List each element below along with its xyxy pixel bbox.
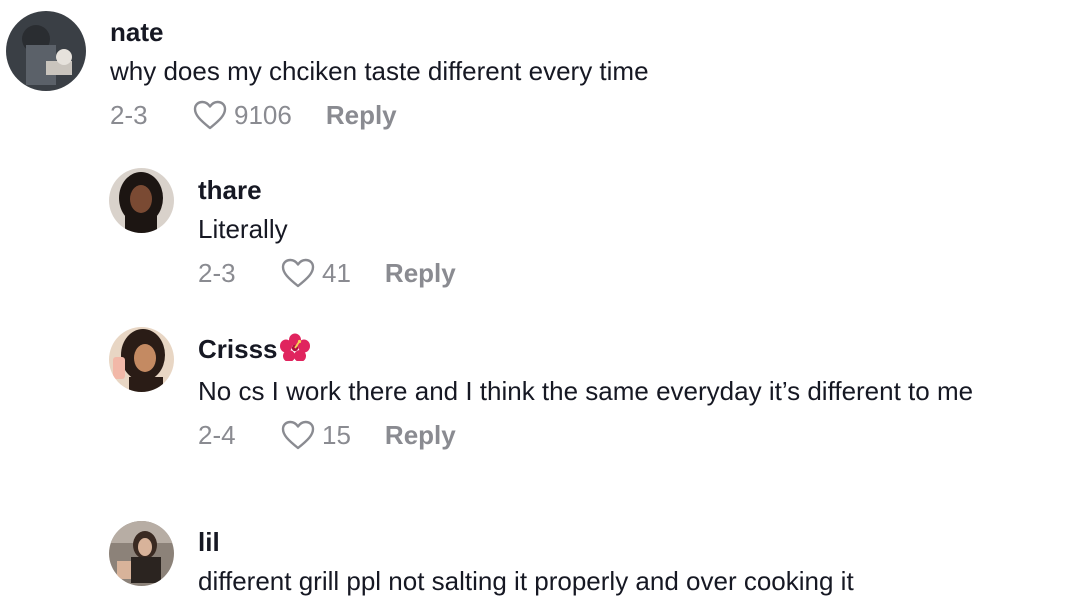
comment-date: 2-3 bbox=[110, 99, 148, 130]
like-button[interactable]: 9106 bbox=[192, 99, 292, 131]
avatar[interactable] bbox=[109, 521, 174, 586]
heart-icon bbox=[193, 100, 227, 130]
heart-icon bbox=[281, 258, 315, 288]
username[interactable]: nate bbox=[110, 17, 1050, 47]
comment-thread: nate why does my chciken taste different… bbox=[0, 0, 1068, 610]
heart-icon bbox=[281, 420, 315, 450]
avatar[interactable] bbox=[109, 168, 174, 233]
hibiscus-flower-icon bbox=[279, 333, 310, 367]
username-text: Crisss bbox=[198, 334, 278, 364]
comment-text: why does my chciken taste different ever… bbox=[110, 56, 649, 86]
reply-button[interactable]: Reply bbox=[326, 100, 397, 131]
like-button[interactable]: 41 bbox=[280, 257, 351, 289]
comment-meta: 2-3 9106 Reply bbox=[110, 98, 1050, 132]
comment-date: 2-4 bbox=[198, 419, 236, 450]
comment-date: 2-3 bbox=[198, 257, 236, 288]
like-count: 15 bbox=[322, 419, 351, 450]
comment-text: No cs I work there and I think the same … bbox=[198, 376, 974, 406]
avatar[interactable] bbox=[6, 11, 86, 91]
username[interactable]: Crisss bbox=[198, 333, 1048, 367]
reply-button[interactable]: Reply bbox=[385, 420, 456, 451]
avatar[interactable] bbox=[109, 327, 174, 392]
like-count: 9106 bbox=[234, 99, 292, 130]
comment-meta: 2-3 41 Reply bbox=[198, 256, 1048, 290]
comment-text: Literally bbox=[198, 214, 288, 244]
like-count: 41 bbox=[322, 257, 351, 288]
reply-button[interactable]: Reply bbox=[385, 258, 456, 289]
username[interactable]: lil bbox=[198, 527, 1048, 557]
comment-text: different grill ppl not salting it prope… bbox=[198, 566, 854, 596]
comment-meta: 2-4 15 Reply bbox=[198, 418, 1048, 452]
like-button[interactable]: 15 bbox=[280, 419, 351, 451]
username[interactable]: thare bbox=[198, 175, 1048, 205]
